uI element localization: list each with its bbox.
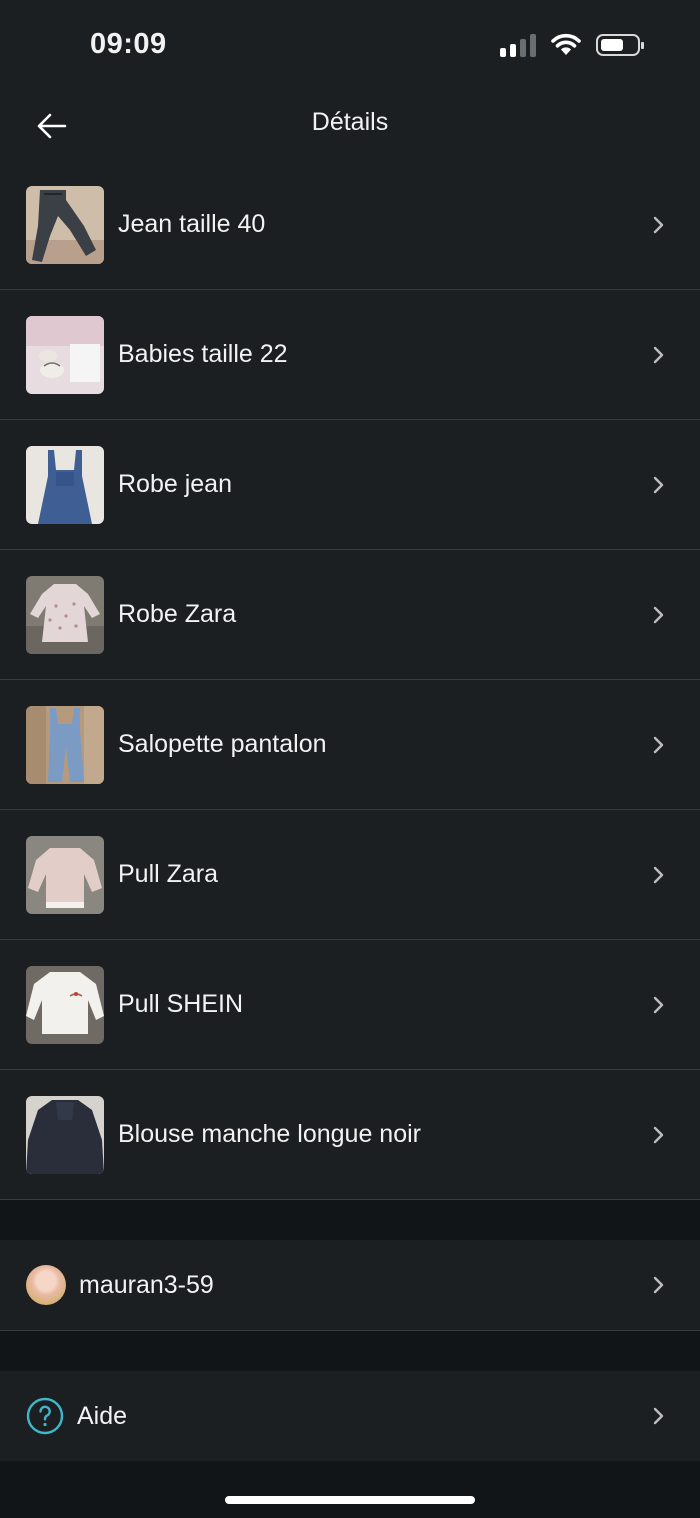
- item-thumbnail: [26, 445, 104, 524]
- section-divider: [0, 1200, 700, 1240]
- chevron-right-icon: [653, 1407, 664, 1425]
- status-bar: 09:09: [0, 0, 700, 90]
- chevron-right-icon: [653, 606, 664, 623]
- item-label: Salopette pantalon: [118, 730, 327, 758]
- section-divider: [0, 1331, 700, 1371]
- avatar: [26, 1265, 66, 1305]
- cellular-signal-icon: [500, 33, 536, 57]
- item-thumbnail: [26, 575, 104, 654]
- home-indicator[interactable]: [225, 1496, 475, 1504]
- seller-profile-row[interactable]: mauran3-59: [0, 1240, 700, 1331]
- list-item[interactable]: Babies taille 22: [0, 290, 700, 420]
- item-thumbnail: [26, 1095, 104, 1174]
- list-item[interactable]: Pull SHEIN: [0, 940, 700, 1070]
- list-item[interactable]: Salopette pantalon: [0, 680, 700, 810]
- help-circle-icon: [26, 1397, 64, 1435]
- help-label: Aide: [77, 1401, 128, 1430]
- status-time: 09:09: [90, 28, 167, 60]
- list-item[interactable]: Robe Zara: [0, 550, 700, 680]
- nav-bar: Détails: [0, 90, 700, 160]
- item-thumbnail: [26, 835, 104, 914]
- chevron-right-icon: [653, 1276, 664, 1294]
- item-label: Pull Zara: [118, 860, 219, 888]
- wifi-icon: [551, 33, 581, 55]
- item-thumbnail: [26, 185, 104, 264]
- item-label: Jean taille 40: [118, 210, 266, 238]
- status-icons: [500, 33, 644, 57]
- seller-username: mauran3-59: [79, 1270, 214, 1299]
- item-label: Robe Zara: [118, 600, 237, 628]
- chevron-right-icon: [653, 1126, 664, 1143]
- list-item[interactable]: Robe jean: [0, 420, 700, 550]
- items-list: Jean taille 40 Babies taille 22 Robe jea…: [0, 160, 700, 1462]
- chevron-right-icon: [653, 736, 664, 753]
- bottom-area: [0, 1461, 700, 1518]
- list-item[interactable]: Pull Zara: [0, 810, 700, 940]
- list-item[interactable]: Jean taille 40: [0, 160, 700, 290]
- item-label: Robe jean: [118, 470, 232, 498]
- chevron-right-icon: [653, 346, 664, 363]
- item-label: Babies taille 22: [118, 340, 288, 368]
- chevron-right-icon: [653, 996, 664, 1013]
- help-row[interactable]: Aide: [0, 1371, 700, 1462]
- item-thumbnail: [26, 705, 104, 784]
- chevron-right-icon: [653, 476, 664, 493]
- item-thumbnail: [26, 965, 104, 1044]
- chevron-right-icon: [653, 216, 664, 233]
- battery-icon: [596, 34, 644, 56]
- item-label: Pull SHEIN: [118, 990, 244, 1018]
- chevron-right-icon: [653, 866, 664, 883]
- item-thumbnail: [26, 315, 104, 394]
- item-label: Blouse manche longue noir: [118, 1120, 421, 1148]
- page-title: Détails: [311, 108, 389, 136]
- list-item[interactable]: Blouse manche longue noir: [0, 1070, 700, 1200]
